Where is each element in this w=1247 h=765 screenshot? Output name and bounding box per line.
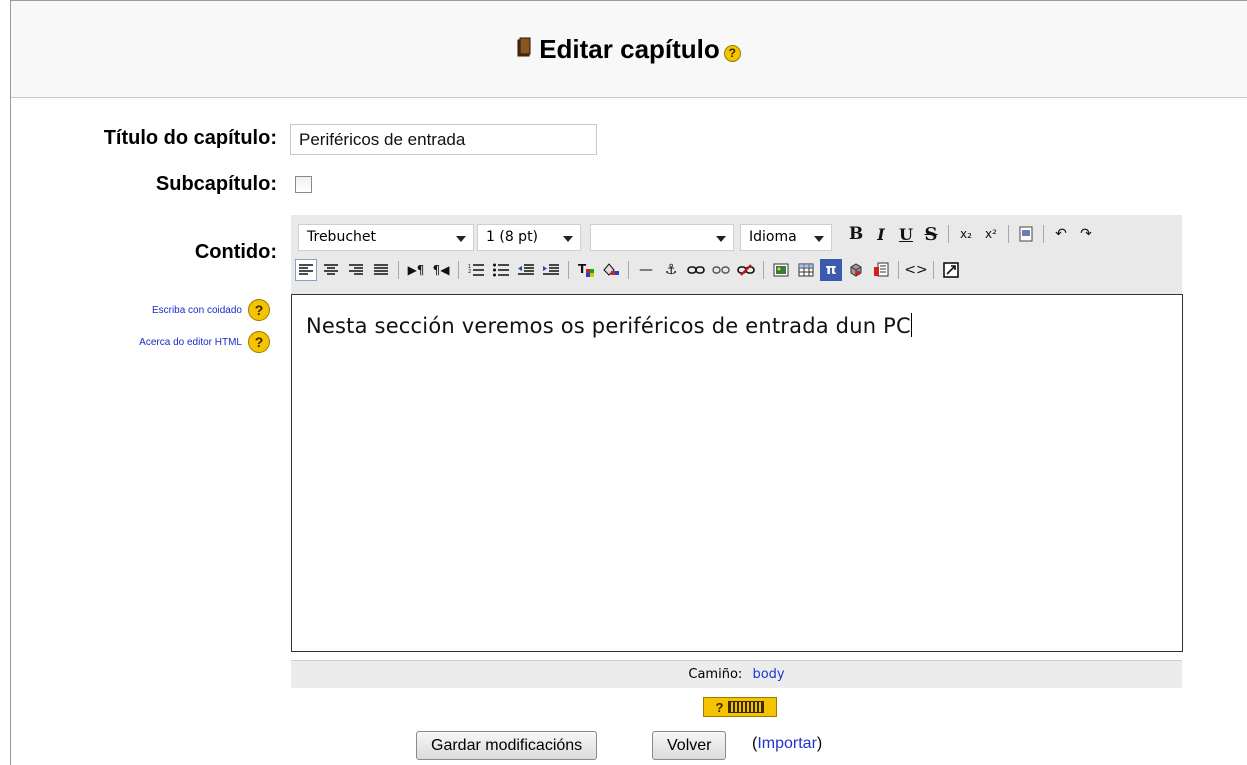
editor-about-link[interactable]: Acerca do editor HTML ? — [139, 331, 270, 353]
toolbar-separator — [1043, 225, 1044, 243]
paste-word-icon[interactable] — [1015, 223, 1037, 245]
page-title-text: Editar capítulo — [539, 33, 720, 64]
unordered-list-icon[interactable] — [490, 259, 512, 281]
toolbar-separator — [628, 261, 629, 279]
nolink-icon[interactable] — [735, 259, 757, 281]
align-left-icon[interactable] — [295, 259, 317, 281]
chevron-down-icon — [814, 236, 824, 242]
justify-icon[interactable] — [370, 259, 392, 281]
search-replace-icon[interactable] — [870, 259, 892, 281]
toolbar-separator — [763, 261, 764, 279]
careful-help-text[interactable]: Escriba con coidado — [152, 305, 242, 316]
font-size-select[interactable]: 1 (8 pt) — [477, 224, 581, 251]
language-value: Idioma — [749, 229, 797, 245]
redo-icon[interactable]: ↷ — [1075, 223, 1097, 245]
page-header: Editar capítulo ? — [11, 1, 1247, 98]
fullscreen-icon[interactable] — [940, 259, 962, 281]
keyboard-help-badge[interactable]: ? — [703, 697, 777, 717]
link-icon[interactable] — [685, 259, 707, 281]
outdent-icon[interactable] — [515, 259, 537, 281]
path-label: Camiño: — [688, 667, 743, 682]
align-right-icon[interactable] — [345, 259, 367, 281]
svg-text:T: T — [578, 262, 587, 276]
superscript-icon[interactable]: x² — [980, 223, 1002, 245]
background-color-icon[interactable] — [600, 259, 622, 281]
path-body-link[interactable]: body — [752, 667, 784, 682]
undo-icon[interactable]: ↶ — [1050, 223, 1072, 245]
font-family-value: Trebuchet — [307, 229, 376, 245]
import-close-paren: ) — [816, 735, 823, 752]
table-icon[interactable] — [795, 259, 817, 281]
editor-area[interactable]: Nesta sección veremos os periféricos de … — [291, 294, 1183, 652]
book-icon — [517, 34, 531, 65]
heading-select[interactable] — [590, 224, 734, 251]
editor-text[interactable]: Nesta sección veremos os periféricos de … — [306, 314, 911, 338]
html-source-icon[interactable]: <> — [904, 259, 927, 281]
chapter-title-input[interactable] — [290, 124, 597, 155]
text-caret — [910, 313, 912, 337]
help-icon[interactable]: ? — [248, 331, 270, 353]
save-button[interactable]: Gardar modificacións — [416, 731, 598, 760]
editor-content[interactable]: Nesta sección veremos os periféricos de … — [306, 313, 912, 338]
italic-icon[interactable]: I — [870, 223, 892, 245]
text-color-icon[interactable]: T — [575, 259, 597, 281]
editor-toolbar: Trebuchet 1 (8 pt) Idioma B I U S x₂ x² … — [291, 215, 1182, 294]
help-icon[interactable]: ? — [723, 44, 741, 62]
align-center-icon[interactable] — [320, 259, 342, 281]
emoticon-icon[interactable] — [845, 259, 867, 281]
toolbar-separator — [898, 261, 899, 279]
help-icon[interactable]: ? — [716, 700, 724, 715]
toolbar-separator — [948, 225, 949, 243]
careful-help-link[interactable]: Escriba con coidado ? — [152, 299, 270, 321]
unlink-icon[interactable] — [710, 259, 732, 281]
strikethrough-icon[interactable]: S — [920, 223, 942, 245]
help-icon[interactable]: ? — [248, 299, 270, 321]
title-label: Título do capítulo: — [103, 127, 277, 149]
image-icon[interactable] — [770, 259, 792, 281]
ordered-list-icon[interactable]: 12 — [465, 259, 487, 281]
horizontal-rule-icon[interactable]: — — [635, 259, 657, 281]
font-family-select[interactable]: Trebuchet — [298, 224, 474, 251]
back-button[interactable]: Volver — [652, 731, 727, 760]
anchor-icon[interactable]: ⚓ — [660, 259, 682, 281]
subchapter-label: Subcapítulo: — [155, 173, 277, 195]
subscript-icon[interactable]: x₂ — [955, 223, 977, 245]
toolbar-separator — [568, 261, 569, 279]
underline-icon[interactable]: U — [895, 223, 917, 245]
language-select[interactable]: Idioma — [740, 224, 832, 251]
editor-statusbar: Camiño: body — [291, 660, 1182, 688]
toolbar-separator — [1008, 225, 1009, 243]
page-title: Editar capítulo ? — [517, 34, 741, 65]
bold-icon[interactable]: B — [845, 223, 867, 245]
import-link[interactable]: Importar — [757, 735, 817, 752]
math-icon[interactable]: π — [820, 259, 842, 281]
editor-about-text[interactable]: Acerca do editor HTML — [139, 337, 242, 348]
ltr-icon[interactable]: ▶¶ — [405, 259, 427, 281]
subchapter-checkbox[interactable] — [295, 176, 312, 193]
content-label: Contido: — [194, 241, 277, 263]
chevron-down-icon — [563, 236, 573, 242]
font-size-value: 1 (8 pt) — [486, 229, 539, 245]
indent-icon[interactable] — [540, 259, 562, 281]
keyboard-icon — [728, 701, 765, 713]
import-link-wrapper: (Importar) — [752, 735, 822, 753]
chevron-down-icon — [716, 236, 726, 242]
toolbar-separator — [398, 261, 399, 279]
rtl-icon[interactable]: ¶◀ — [430, 259, 452, 281]
toolbar-separator — [933, 261, 934, 279]
toolbar-separator — [458, 261, 459, 279]
svg-text:2: 2 — [468, 269, 471, 275]
chevron-down-icon — [456, 236, 466, 242]
